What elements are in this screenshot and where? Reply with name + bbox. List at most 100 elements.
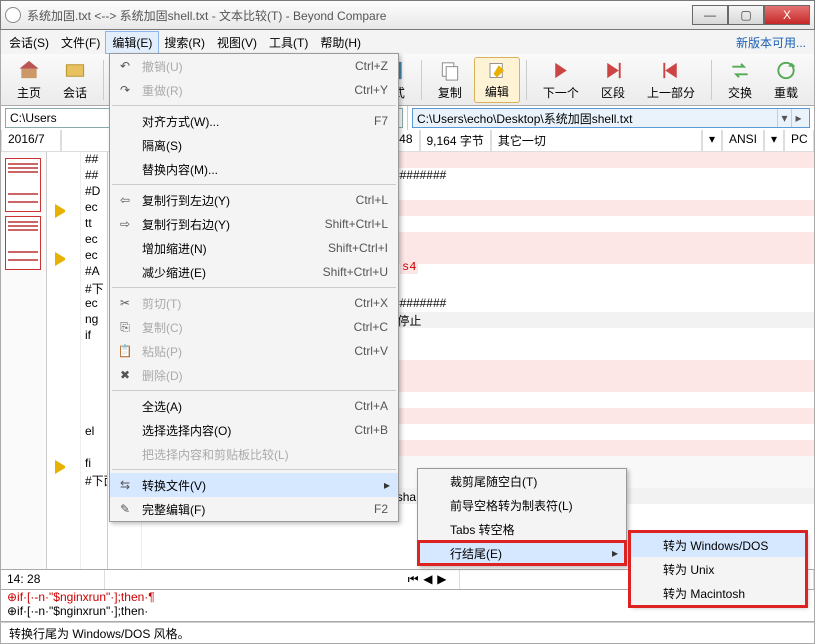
right-enc-dd2[interactable]: ▾ bbox=[764, 130, 784, 152]
mi-cut-label: 剪切(T) bbox=[142, 295, 181, 312]
mi-indent[interactable]: 增加缩进(N)Shift+Ctrl+I bbox=[110, 236, 398, 260]
right-enc: ANSI bbox=[722, 130, 764, 152]
mi-isolate[interactable]: 隔离(S) bbox=[110, 133, 398, 157]
mi-align[interactable]: 对齐方式(W)...F7 bbox=[110, 109, 398, 133]
undo-icon: ↶ bbox=[116, 59, 134, 73]
mi-replace[interactable]: 替换内容(M)... bbox=[110, 157, 398, 181]
mi-eol-mac[interactable]: 转为 Macintosh bbox=[631, 581, 805, 605]
tb-prev-label: 上一部分 bbox=[647, 84, 695, 101]
menu-file[interactable]: 文件(F) bbox=[61, 34, 100, 51]
status-text: 转换行尾为 Windows/DOS 风格。 bbox=[9, 627, 190, 641]
mi-copy-left[interactable]: ⇦复制行到左边(Y)Ctrl+L bbox=[110, 188, 398, 212]
right-rest: 其它一切 bbox=[491, 130, 702, 152]
tb-copy[interactable]: 复制 bbox=[428, 57, 472, 103]
diff-line-2: ⊕if·[·-n·"$nginxrun"·];then· bbox=[1, 604, 814, 618]
path-dropdown-icon[interactable]: ▾ bbox=[777, 109, 791, 127]
mi-convert-file[interactable]: ⇆转换文件(V)▸ bbox=[110, 473, 398, 497]
mi-eol-label: 行结尾(E) bbox=[450, 545, 502, 562]
tb-home[interactable]: 主页 bbox=[7, 57, 51, 103]
mi-copy[interactable]: ⎘复制(C)Ctrl+C bbox=[110, 315, 398, 339]
close-button[interactable]: X bbox=[764, 5, 810, 25]
tb-segment[interactable]: 区段 bbox=[591, 57, 635, 103]
separator bbox=[526, 60, 527, 100]
mi-conv-label: 转换文件(V) bbox=[142, 477, 206, 494]
nav-next-icon[interactable]: ▶ bbox=[437, 572, 446, 586]
path-browse-icon[interactable]: ▸ bbox=[791, 109, 805, 127]
edit-menu: ↶撤销(U)Ctrl+Z ↷重做(R)Ctrl+Y 对齐方式(W)...F7 隔… bbox=[109, 53, 399, 522]
arrow-left-icon: ⇦ bbox=[116, 193, 134, 207]
mi-eol-mac-label: 转为 Macintosh bbox=[663, 585, 745, 602]
mi-eol-windows[interactable]: 转为 Windows/DOS bbox=[631, 533, 805, 557]
mi-del-label: 删除(D) bbox=[142, 367, 183, 384]
menu-view[interactable]: 视图(V) bbox=[217, 34, 257, 51]
mi-leading-to-tabs[interactable]: 前导空格转为制表符(L) bbox=[418, 493, 626, 517]
peek-text: s4 bbox=[400, 260, 418, 274]
convert-submenu: 裁剪尾随空白(T) 前导空格转为制表符(L) Tabs 转空格 行结尾(E)▸ bbox=[417, 468, 627, 566]
redo-icon: ↷ bbox=[116, 83, 134, 97]
diff-arrow-icon bbox=[55, 204, 71, 218]
tb-reload[interactable]: 重载 bbox=[764, 57, 808, 103]
menu-session[interactable]: 会话(S) bbox=[9, 34, 49, 51]
mi-full-edit[interactable]: ✎完整编辑(F)F2 bbox=[110, 497, 398, 521]
diff-arrow-icon bbox=[55, 460, 71, 474]
tb-edit[interactable]: 编辑 bbox=[474, 57, 520, 103]
status-bar: 转换行尾为 Windows/DOS 风格。 bbox=[0, 622, 815, 644]
menu-help[interactable]: 帮助(H) bbox=[320, 34, 361, 51]
mi-undo[interactable]: ↶撤销(U)Ctrl+Z bbox=[110, 54, 398, 78]
right-size: 9,164 字节 bbox=[420, 130, 491, 152]
thumb-left bbox=[5, 158, 41, 212]
mi-unind-label: 减少缩进(E) bbox=[142, 264, 206, 281]
edit-icon: ✎ bbox=[116, 502, 134, 516]
separator bbox=[103, 60, 104, 100]
tb-next[interactable]: 下一个 bbox=[533, 57, 589, 103]
titlebar: 系统加固.txt <--> 系统加固shell.txt - 文本比较(T) - … bbox=[0, 0, 815, 30]
mi-trim-trailing[interactable]: 裁剪尾随空白(T) bbox=[418, 469, 626, 493]
mi-delete[interactable]: ✖删除(D) bbox=[110, 363, 398, 387]
nav-first-icon[interactable]: ⏮ bbox=[408, 572, 419, 587]
cut-icon: ✂ bbox=[116, 296, 134, 310]
separator bbox=[421, 60, 422, 100]
mi-isolate-label: 隔离(S) bbox=[142, 137, 182, 154]
thumb-right bbox=[5, 216, 41, 270]
thumbnail-strip[interactable] bbox=[1, 152, 47, 569]
minimize-button[interactable]: — bbox=[692, 5, 728, 25]
tb-session[interactable]: 会话 bbox=[53, 57, 97, 103]
menu-search[interactable]: 搜索(R) bbox=[164, 34, 205, 51]
menu-edit[interactable]: 编辑(E) bbox=[105, 31, 159, 54]
tb-prev[interactable]: 上一部分 bbox=[637, 57, 705, 103]
mi-trim-label: 裁剪尾随空白(T) bbox=[450, 473, 537, 490]
copy-icon: ⎘ bbox=[116, 320, 134, 335]
mi-clipboard-compare[interactable]: 把选择内容和剪贴板比较(L) bbox=[110, 442, 398, 466]
right-enc-dd[interactable]: ▾ bbox=[702, 130, 722, 152]
right-path-input[interactable]: C:\Users\echo\Desktop\系统加固shell.txt ▾ ▸ bbox=[412, 108, 810, 128]
mi-unindent[interactable]: 减少缩进(E)Shift+Ctrl+U bbox=[110, 260, 398, 284]
mi-lead-label: 前导空格转为制表符(L) bbox=[450, 497, 573, 514]
convert-icon: ⇆ bbox=[116, 478, 134, 492]
mi-redo-label: 重做(R) bbox=[142, 82, 183, 99]
mi-full-label: 完整编辑(F) bbox=[142, 501, 205, 518]
new-version-link[interactable]: 新版本可用... bbox=[736, 34, 806, 51]
mi-line-endings[interactable]: 行结尾(E)▸ bbox=[418, 541, 626, 565]
paste-icon: 📋 bbox=[116, 344, 134, 358]
mi-tabs-to-spaces[interactable]: Tabs 转空格 bbox=[418, 517, 626, 541]
menu-tools[interactable]: 工具(T) bbox=[269, 34, 308, 51]
mi-selall-label: 全选(A) bbox=[142, 398, 182, 415]
mi-copy-right[interactable]: ⇨复制行到右边(Y)Shift+Ctrl+L bbox=[110, 212, 398, 236]
mi-undo-label: 撤销(U) bbox=[142, 58, 183, 75]
mi-paste[interactable]: 📋粘贴(P)Ctrl+V bbox=[110, 339, 398, 363]
mi-eol-unix[interactable]: 转为 Unix bbox=[631, 557, 805, 581]
mi-eol-unix-label: 转为 Unix bbox=[663, 561, 714, 578]
mi-ind-label: 增加缩进(N) bbox=[142, 240, 207, 257]
mi-cut[interactable]: ✂剪切(T)Ctrl+X bbox=[110, 291, 398, 315]
nav-prev-icon[interactable]: ◀ bbox=[423, 572, 432, 586]
left-code-pane[interactable]: #####Decttecec#A#下ecngifelfi#下面是检查jboss的… bbox=[47, 152, 107, 569]
cursor-pos: 14: 28 bbox=[1, 570, 105, 589]
mi-select-changes[interactable]: 选择选择内容(O)Ctrl+B bbox=[110, 418, 398, 442]
maximize-button[interactable]: ▢ bbox=[728, 5, 764, 25]
mi-redo[interactable]: ↷重做(R)Ctrl+Y bbox=[110, 78, 398, 102]
tb-edit-label: 编辑 bbox=[485, 83, 509, 100]
window-title: 系统加固.txt <--> 系统加固shell.txt - 文本比较(T) - … bbox=[27, 7, 692, 24]
mi-copyL-label: 复制行到左边(Y) bbox=[142, 192, 230, 209]
mi-select-all[interactable]: 全选(A)Ctrl+A bbox=[110, 394, 398, 418]
tb-swap[interactable]: 交换 bbox=[718, 57, 762, 103]
